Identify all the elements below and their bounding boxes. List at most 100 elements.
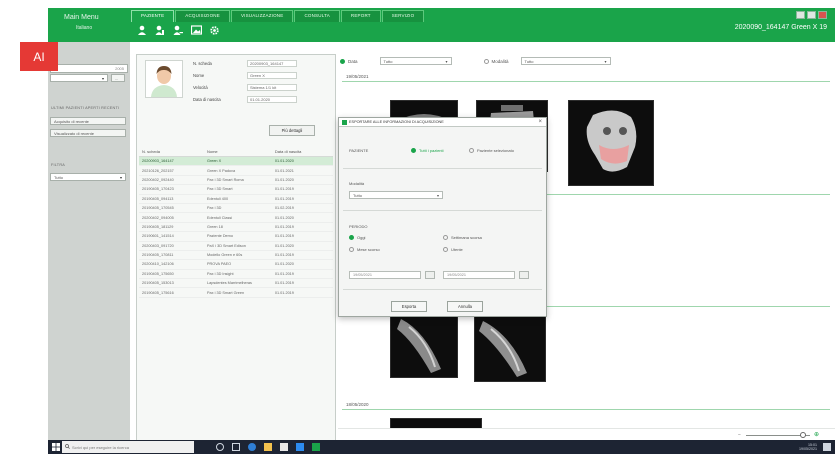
modality-select[interactable]: Tutto ▾ [349, 191, 443, 199]
add-search-button[interactable]: ... [111, 74, 125, 82]
radio-all-patients[interactable] [411, 148, 416, 153]
zoom-in-icon[interactable]: ⊕ [814, 431, 819, 438]
modality-filter-select[interactable]: Tutto ▾ [520, 57, 611, 65]
windows-start-icon[interactable] [52, 443, 60, 451]
table-row[interactable]: 20200903_164147 Green X 01.01.2020 [139, 157, 333, 167]
file-explorer-icon[interactable] [264, 443, 272, 451]
radio-custom[interactable] [443, 247, 448, 252]
tab-report[interactable]: REPORT [340, 10, 381, 22]
radio-last-week[interactable] [443, 235, 448, 240]
radio-last-month-label: Mese scorso [357, 247, 380, 252]
cell-dob: 01.01.2019 [274, 187, 294, 192]
col-header-name[interactable]: Nome [204, 149, 271, 154]
date-to-input[interactable]: 19/05/2021 [443, 271, 515, 279]
period-label: PERIODO [349, 224, 368, 229]
taskbar-search-input[interactable]: Scrivi qui per eseguire la ricerca [62, 441, 194, 453]
date-group-header: 19/05/2021 [346, 74, 369, 79]
user-avatar-icon [151, 66, 177, 97]
minimize-button[interactable] [796, 11, 805, 19]
radio-all-patients-label: Tutti i pazienti [419, 148, 444, 153]
edit-patient-button[interactable] [154, 24, 166, 36]
radio-last-month[interactable] [349, 247, 354, 252]
close-window-button[interactable] [818, 11, 827, 19]
col-header-dob[interactable]: Data di nascita [271, 149, 333, 154]
tab-acquisizione[interactable]: ACQUISIZIONE [175, 10, 230, 22]
maximize-button[interactable] [807, 11, 816, 19]
os-taskbar: Scrivi qui per eseguire la ricerca 15:01… [48, 440, 835, 454]
radio-selected-patient[interactable] [469, 148, 474, 153]
cortana-icon[interactable] [216, 443, 224, 451]
calendar-icon[interactable] [425, 271, 435, 279]
patient-scope-label: PAZIENTE [349, 148, 369, 153]
table-row[interactable]: 20190405_175616 Pax i 3D Smart Green 01.01… [139, 288, 333, 298]
table-row[interactable]: 20200403_091720 PaX i 3D Smart Edison 01.0… [139, 242, 333, 251]
task-view-icon[interactable] [232, 443, 240, 451]
recently-acquired-button[interactable]: Acquisito di recente [50, 117, 126, 125]
modality-filter-value: Tutto [524, 58, 534, 64]
date-from-input[interactable]: 19/05/2021 [349, 271, 421, 279]
patient-search-input[interactable]: 2005 [50, 64, 128, 73]
field-value-speed[interactable]: Sistema 1/1 kit [247, 84, 297, 91]
settings-button[interactable] [208, 24, 220, 36]
field-value-id[interactable]: 20200903_164147 [247, 60, 297, 67]
zoom-out-icon[interactable]: − [738, 432, 741, 438]
table-row[interactable]: 20190405_170545 Pax i 3D 01.02.2019 [139, 204, 333, 214]
search-field-select[interactable]: ▾ [50, 74, 108, 82]
table-row[interactable]: 20210126_202157 Green X Padova 01.01.2021 [139, 166, 333, 176]
delete-patient-button[interactable] [172, 24, 184, 36]
3d-skull-image [569, 101, 653, 185]
close-icon[interactable]: × [538, 119, 542, 125]
table-row[interactable]: 20190405_170811 Modello Green e 60s 01.01.… [139, 251, 333, 261]
recently-viewed-button[interactable]: Visualizzato di recente [50, 129, 126, 137]
cell-dob: 01.01.2020 [274, 243, 294, 248]
table-row[interactable]: 20190405_175650 Pax i 3D Insight 01.01.201… [139, 270, 333, 280]
new-patient-button[interactable] [136, 24, 148, 36]
scan-thumbnail[interactable] [390, 310, 458, 378]
table-row[interactable]: 20190405_181129 Green 18 01.01.2019 [139, 223, 333, 233]
cell-dob: 01.01.2020 [274, 159, 294, 164]
tab-servizio[interactable]: SERVIZIO [381, 10, 425, 22]
mail-icon[interactable] [296, 443, 304, 451]
cancel-button[interactable]: Annulla [447, 301, 483, 312]
table-row[interactable]: 20200410_142106 PROVA PAEO 01.01.2020 [139, 260, 333, 270]
tab-visualizzazione[interactable]: VISUALIZZAZIONE [230, 10, 294, 22]
radio-date[interactable] [340, 58, 345, 64]
system-clock[interactable]: 15:01 19/05/2021 [799, 443, 817, 451]
field-value-name[interactable]: Green X [247, 72, 297, 79]
date-group-header: 18/05/2020 [346, 402, 369, 407]
filter-select[interactable]: Tutto ▾ [50, 173, 126, 181]
zoom-slider-handle[interactable] [800, 432, 806, 438]
table-row[interactable]: 20190601_141514 Paziente Demo 01.01.2019 [139, 232, 333, 242]
date-filter-select[interactable]: Tutto ▾ [379, 57, 452, 65]
chevron-down-icon: ▾ [119, 175, 122, 180]
tab-consulta[interactable]: CONSULTA [294, 10, 340, 22]
patient-avatar [145, 60, 183, 98]
table-row[interactable]: 20190405_170423 Pax i 3D Smart 01.01.2019 [139, 185, 333, 195]
filter-section-label: FILTRA [51, 163, 65, 167]
table-row[interactable]: 20190405_094113 Edentuli 400 01.01.2019 [139, 195, 333, 204]
calendar-icon[interactable] [519, 271, 529, 279]
field-value-dob[interactable]: 01.01.2020 [247, 96, 297, 103]
filter-select-value: Tutto [54, 174, 63, 180]
main-menu-button[interactable]: Main Menu Italiano [48, 8, 126, 42]
table-row[interactable]: 20200402_094005 Edentuli Classi 01.01.2020 [139, 213, 333, 223]
col-header-id[interactable]: N. scheda [139, 149, 204, 154]
table-row[interactable]: 20200402_092440 Pax i 3D Smart Roma 01.01.… [139, 176, 333, 186]
table-row[interactable]: 20190405_153013 Lapsdentes Marrimelheras 0… [139, 279, 333, 289]
dental-app-icon[interactable] [312, 443, 320, 451]
tab-paziente[interactable]: PAZIENTE [131, 10, 175, 22]
radio-modality[interactable] [483, 58, 489, 64]
cell-id: 20190405_153013 [142, 281, 174, 286]
store-icon[interactable] [280, 443, 288, 451]
cell-name: Pax i 3D Smart Roma [206, 177, 244, 182]
notification-icon[interactable] [823, 443, 831, 451]
scan-thumbnail[interactable] [568, 100, 654, 186]
edge-browser-icon[interactable] [248, 443, 256, 451]
radio-today[interactable] [349, 235, 354, 240]
divider [343, 168, 542, 169]
recently-viewed-label: Visualizzato di recente [54, 130, 94, 136]
export-button[interactable]: Esporta [391, 301, 427, 312]
scan-thumbnail[interactable] [474, 310, 546, 382]
more-details-button[interactable]: Più dettagli [269, 125, 315, 136]
image-import-button[interactable] [190, 24, 202, 36]
